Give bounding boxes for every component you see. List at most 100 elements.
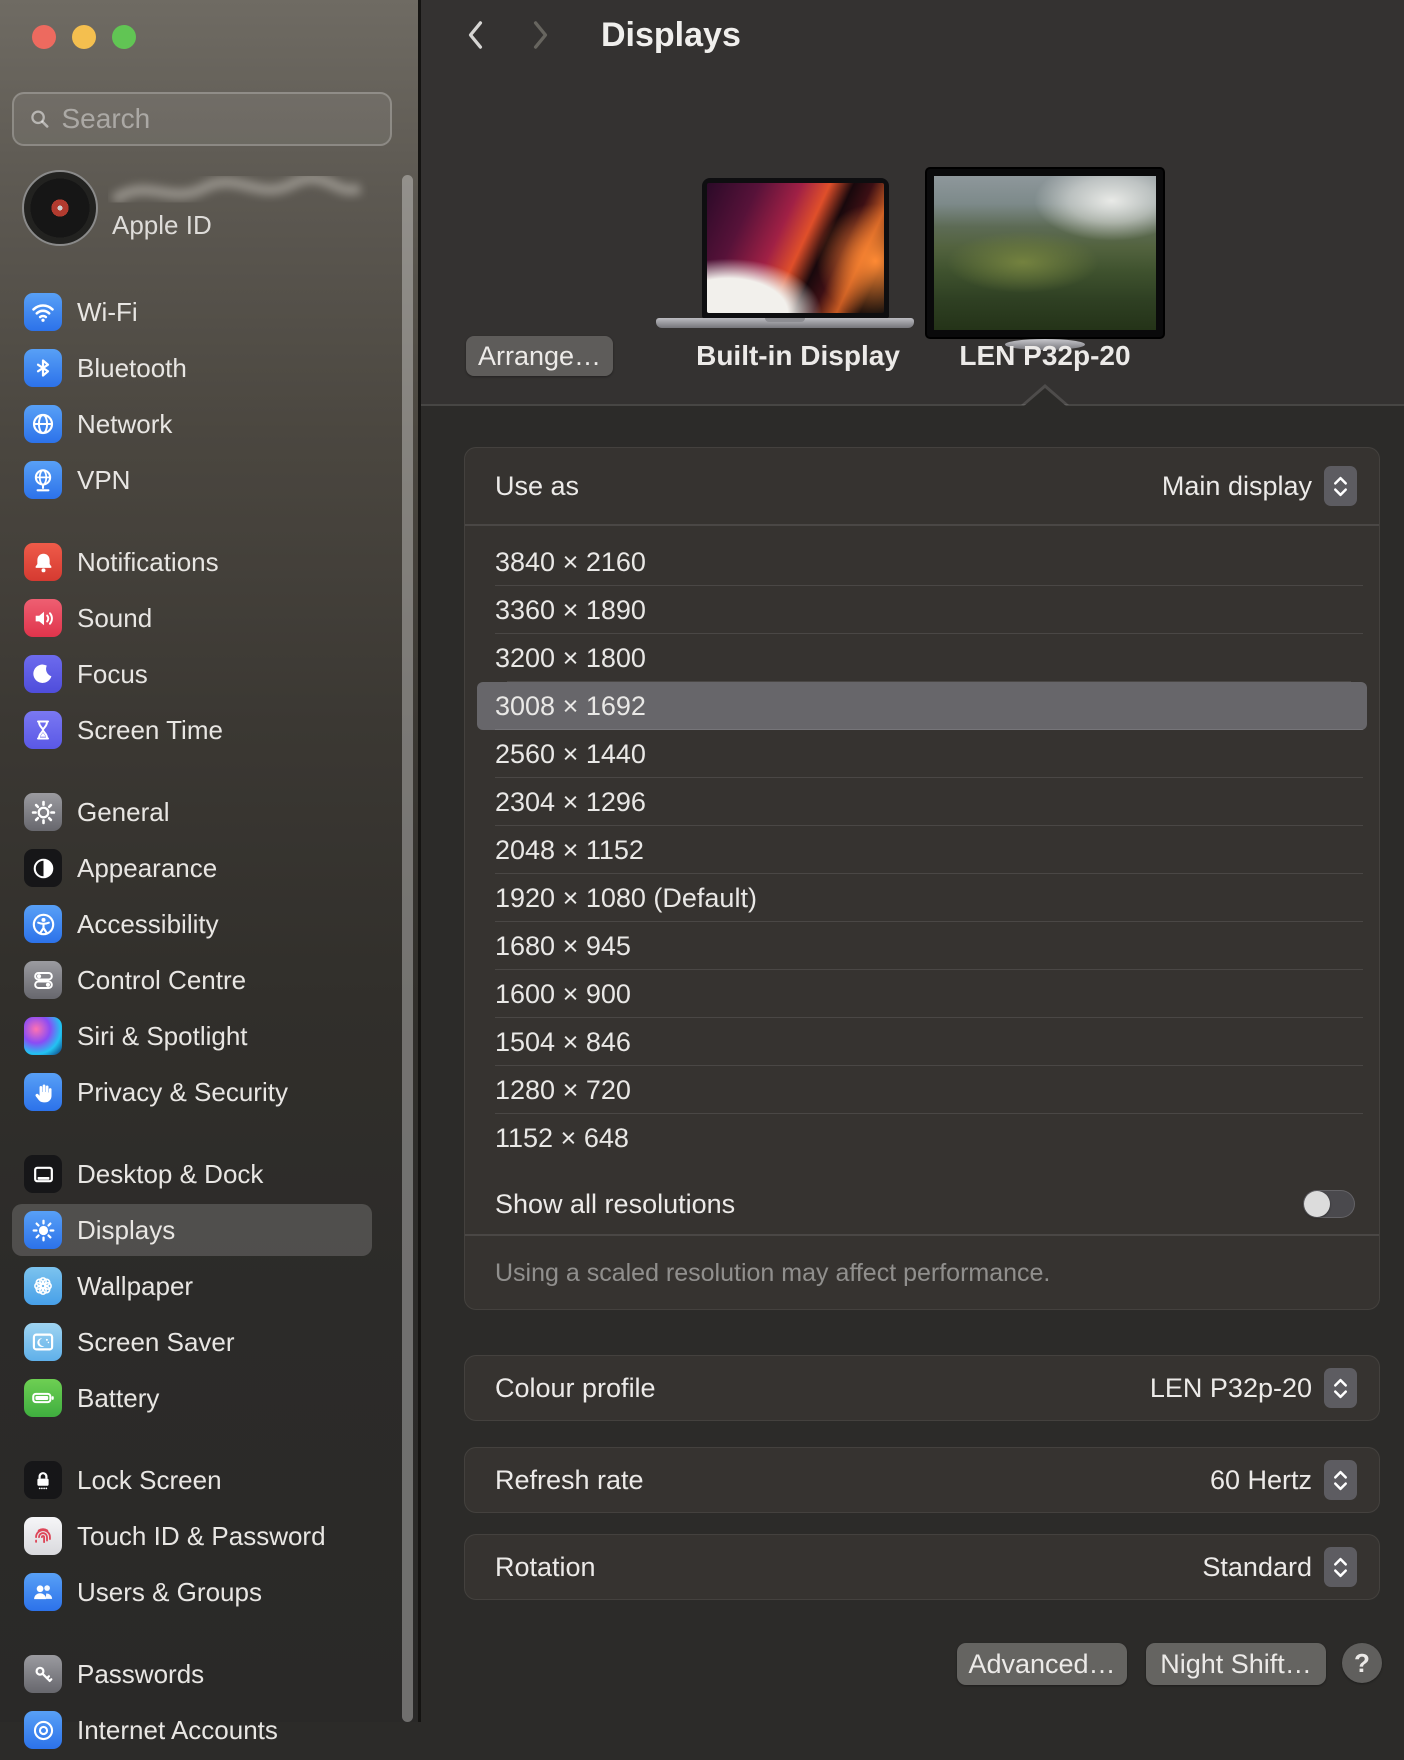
help-button[interactable]: ? — [1342, 1643, 1382, 1683]
colour-profile-dropdown[interactable]: LEN P32p-20 — [1150, 1368, 1357, 1408]
builtin-display-wallpaper — [707, 183, 884, 313]
sidebar-item-siri-spotlight[interactable]: Siri & Spotlight — [12, 1010, 372, 1062]
resolution-option[interactable]: 1152 × 648 — [465, 1114, 1379, 1162]
sidebar-item-label: Users & Groups — [77, 1577, 262, 1608]
builtin-display-thumbnail[interactable] — [702, 178, 889, 318]
rotation-dropdown[interactable]: Standard — [1202, 1547, 1357, 1587]
sidebar-item-internet-accounts[interactable]: Internet Accounts — [12, 1704, 372, 1756]
rotation-card: Rotation Standard — [464, 1534, 1380, 1600]
header-separator — [421, 404, 1404, 406]
scaled-resolution-footnote: Using a scaled resolution may affect per… — [465, 1234, 1379, 1310]
stepper-icon — [1324, 466, 1357, 506]
hourglass-icon — [24, 711, 62, 749]
resolution-option[interactable]: 1504 × 846 — [465, 1018, 1379, 1066]
wifi-icon — [24, 293, 62, 331]
at-icon — [24, 1711, 62, 1749]
avatar — [22, 170, 98, 246]
bluetooth-icon — [24, 349, 62, 387]
page-title: Displays — [601, 16, 741, 55]
sidebar-item-battery[interactable]: Battery — [12, 1372, 372, 1424]
speaker-icon — [24, 599, 62, 637]
battery-icon — [24, 1379, 62, 1417]
sidebar-item-label: Bluetooth — [77, 353, 187, 384]
flower-icon — [24, 1267, 62, 1305]
sidebar-item-label: Focus — [77, 659, 148, 690]
sidebar-item-users-groups[interactable]: Users & Groups — [12, 1566, 372, 1618]
sidebar-item-screen-saver[interactable]: Screen Saver — [12, 1316, 372, 1368]
sidebar-item-passwords[interactable]: Passwords — [12, 1648, 372, 1700]
show-all-resolutions-toggle[interactable] — [1303, 1190, 1355, 1218]
back-icon[interactable] — [465, 18, 487, 52]
sidebar-item-screen-time[interactable]: Screen Time — [12, 704, 372, 756]
use-as-dropdown[interactable]: Main display — [1162, 466, 1357, 506]
builtin-display-label: Built-in Display — [658, 340, 938, 372]
sidebar-item-network[interactable]: Network — [12, 398, 372, 450]
sidebar-item-desktop-dock[interactable]: Desktop & Dock — [12, 1148, 372, 1200]
sidebar-item-label: Screen Saver — [77, 1327, 235, 1358]
resolution-option[interactable]: 2304 × 1296 — [465, 778, 1379, 826]
sidebar-item-label: Siri & Spotlight — [77, 1021, 248, 1052]
vpn-globe-icon — [24, 461, 62, 499]
resolution-list: 3840 × 2160 3360 × 1890 3200 × 1800 3008… — [465, 526, 1379, 1174]
displays-pane: Displays Built-in Display LEN P32p-20 Ar… — [421, 0, 1404, 1722]
sidebar-item-label: Battery — [77, 1383, 159, 1414]
sidebar-item-label: VPN — [77, 465, 130, 496]
external-display-thumbnail[interactable] — [925, 167, 1165, 339]
sidebar-item-wifi[interactable]: Wi-Fi — [12, 286, 372, 338]
sidebar-item-vpn[interactable]: VPN — [12, 454, 372, 506]
search-field[interactable] — [12, 92, 392, 146]
resolution-option[interactable]: 1600 × 900 — [465, 970, 1379, 1018]
search-input[interactable] — [62, 103, 377, 135]
sidebar-item-displays[interactable]: Displays — [12, 1204, 372, 1256]
search-icon — [28, 106, 52, 132]
resolution-option[interactable]: 2048 × 1152 — [465, 826, 1379, 874]
resolution-option[interactable]: 1920 × 1080 (Default) — [465, 874, 1379, 922]
sidebar-item-wallpaper[interactable]: Wallpaper — [12, 1260, 372, 1312]
external-display-wallpaper — [934, 176, 1156, 330]
sidebar-item-accessibility[interactable]: Accessibility — [12, 898, 372, 950]
sidebar-item-lock-screen[interactable]: Lock Screen — [12, 1454, 372, 1506]
sidebar-item-label: Control Centre — [77, 965, 246, 996]
appearance-icon — [24, 849, 62, 887]
sidebar-item-general[interactable]: General — [12, 786, 372, 838]
close-window-button[interactable] — [32, 25, 56, 49]
sidebar-item-label: Network — [77, 409, 172, 440]
screensaver-icon — [24, 1323, 62, 1361]
minimize-window-button[interactable] — [72, 25, 96, 49]
sidebar-item-label: Sound — [77, 603, 152, 634]
forward-icon[interactable] — [529, 18, 551, 52]
sidebar-item-privacy-security[interactable]: Privacy & Security — [12, 1066, 372, 1118]
sidebar-nav: Wi-Fi Bluetooth Network — [12, 286, 372, 1760]
night-shift-button[interactable]: Night Shift… — [1146, 1643, 1326, 1685]
advanced-button[interactable]: Advanced… — [957, 1643, 1127, 1685]
resolution-option[interactable]: 3200 × 1800 — [465, 634, 1379, 682]
sidebar-item-touch-id[interactable]: Touch ID & Password — [12, 1510, 372, 1562]
resolution-card: Use as Main display 3840 × 2160 3360 × 1… — [464, 447, 1380, 1310]
resolution-option[interactable]: 3360 × 1890 — [465, 586, 1379, 634]
sidebar-item-notifications[interactable]: Notifications — [12, 536, 372, 588]
resolution-option-selected[interactable]: 3008 × 1692 — [477, 682, 1367, 730]
sidebar-item-bluetooth[interactable]: Bluetooth — [12, 342, 372, 394]
sidebar-scrollbar[interactable] — [402, 175, 413, 1722]
sidebar-item-label: Accessibility — [77, 909, 219, 940]
refresh-rate-dropdown[interactable]: 60 Hertz — [1210, 1460, 1357, 1500]
sidebar-item-sound[interactable]: Sound — [12, 592, 372, 644]
sidebar-item-label: Internet Accounts — [77, 1715, 278, 1746]
resolution-option[interactable]: 1280 × 720 — [465, 1066, 1379, 1114]
sidebar-item-control-centre[interactable]: Control Centre — [12, 954, 372, 1006]
resolution-option[interactable]: 2560 × 1440 — [465, 730, 1379, 778]
colour-profile-card: Colour profile LEN P32p-20 — [464, 1355, 1380, 1421]
fingerprint-icon — [24, 1517, 62, 1555]
gear-icon — [24, 793, 62, 831]
resolution-option[interactable]: 1680 × 945 — [465, 922, 1379, 970]
zoom-window-button[interactable] — [112, 25, 136, 49]
siri-orb-icon — [24, 1017, 62, 1055]
resolution-option[interactable]: 3840 × 2160 — [465, 538, 1379, 586]
sidebar-item-appearance[interactable]: Appearance — [12, 842, 372, 894]
sidebar: Apple ID Wi-Fi Bluetooth — [0, 0, 418, 1722]
sidebar-item-focus[interactable]: Focus — [12, 648, 372, 700]
use-as-row: Use as Main display — [465, 448, 1379, 526]
sidebar-item-label: Wallpaper — [77, 1271, 193, 1302]
apple-id-row[interactable]: Apple ID — [22, 168, 402, 248]
arrange-button[interactable]: Arrange… — [466, 336, 613, 376]
